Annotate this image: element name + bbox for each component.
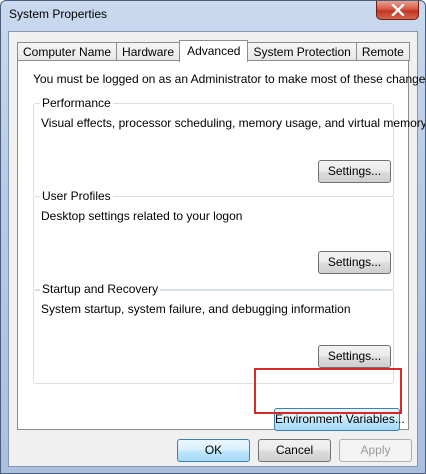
startup-recovery-settings-button[interactable]: Settings... xyxy=(318,345,391,368)
performance-group: Performance Visual effects, processor sc… xyxy=(33,96,425,197)
tab-computer-name[interactable]: Computer Name xyxy=(17,42,118,61)
highlight-box xyxy=(254,368,402,414)
cancel-button[interactable]: Cancel xyxy=(258,439,331,462)
startup-recovery-description: System startup, system failure, and debu… xyxy=(41,302,351,316)
apply-button[interactable]: Apply xyxy=(339,439,412,462)
title-bar[interactable]: System Properties xyxy=(1,1,425,31)
user-profiles-settings-button[interactable]: Settings... xyxy=(318,251,391,274)
tab-advanced[interactable]: Advanced xyxy=(179,40,249,62)
performance-group-title: Performance xyxy=(40,96,113,110)
startup-recovery-group-title: Startup and Recovery xyxy=(40,282,161,296)
user-profiles-group-title: User Profiles xyxy=(40,189,113,203)
user-profiles-group: User Profiles Desktop settings related t… xyxy=(33,189,394,291)
close-icon xyxy=(390,4,405,16)
user-profiles-description: Desktop settings related to your logon xyxy=(41,209,243,223)
performance-description: Visual effects, processor scheduling, me… xyxy=(41,116,426,130)
system-properties-window: System Properties Computer Name Hardware… xyxy=(0,0,426,474)
ok-button[interactable]: OK xyxy=(177,439,250,462)
tab-remote[interactable]: Remote xyxy=(355,42,410,61)
window-title: System Properties xyxy=(9,7,108,21)
tab-hardware[interactable]: Hardware xyxy=(116,42,181,61)
tab-system-protection[interactable]: System Protection xyxy=(247,42,357,61)
dialog-client-area: Computer Name Hardware Advanced System P… xyxy=(8,31,425,467)
performance-settings-button[interactable]: Settings... xyxy=(318,160,391,183)
tab-strip: Computer Name Hardware Advanced System P… xyxy=(17,40,410,62)
administrator-note: You must be logged on as an Administrato… xyxy=(33,72,426,86)
close-button[interactable] xyxy=(376,1,419,20)
